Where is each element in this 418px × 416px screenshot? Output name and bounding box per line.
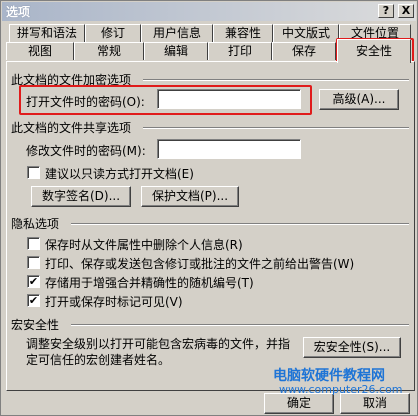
ok-button[interactable]: 确定: [264, 393, 334, 414]
tab-view[interactable]: 视图: [6, 42, 74, 60]
divider: [143, 79, 409, 81]
macro-security-button[interactable]: 宏安全性(S)...: [303, 337, 401, 358]
macro-description-line2: 定可信任的宏创建者姓名。: [26, 353, 171, 367]
digital-signature-button[interactable]: 数字签名(D)...: [31, 186, 131, 207]
options-dialog: 选项 ? X 拼写和语法 修订 用户信息 兼容性 中文版式 文件位置 视图 常规…: [0, 0, 418, 416]
tab-print[interactable]: 打印: [208, 42, 272, 60]
modify-password-input[interactable]: [157, 139, 301, 159]
tab-compatibility[interactable]: 兼容性: [213, 24, 273, 42]
modify-password-label: 修改文件时的密码(M):: [26, 144, 146, 158]
tab-security[interactable]: 安全性: [337, 39, 411, 63]
privacy-checkbox[interactable]: [27, 256, 40, 269]
readonly-checkbox[interactable]: [27, 166, 40, 179]
tab-asian-typography[interactable]: 中文版式: [273, 24, 339, 42]
privacy-section-title: 隐私选项: [11, 217, 60, 231]
close-icon[interactable]: X: [398, 4, 414, 18]
privacy-checkbox[interactable]: ✔: [27, 275, 40, 288]
macro-description-line1: 调整安全级别以打开可能包含宏病毒的文件，并指: [26, 337, 291, 351]
divider: [143, 127, 409, 129]
tab-track-changes[interactable]: 修订: [85, 24, 141, 42]
window-title: 选项: [6, 5, 31, 19]
sharing-section-title: 此文档的文件共享选项: [11, 121, 132, 135]
advanced-button[interactable]: 高级(A)...: [319, 89, 399, 110]
open-password-label: 打开文件时的密码(O):: [26, 95, 145, 109]
tab-user-info[interactable]: 用户信息: [141, 24, 213, 42]
tab-general[interactable]: 常规: [74, 42, 144, 60]
help-icon[interactable]: ?: [378, 4, 394, 18]
privacy-checkbox[interactable]: [27, 237, 40, 250]
tab-save[interactable]: 保存: [272, 42, 336, 60]
tab-edit[interactable]: 编辑: [144, 42, 208, 60]
readonly-label: 建议以只读方式打开文档(E): [45, 167, 194, 181]
protect-document-button[interactable]: 保护文档(P)...: [141, 186, 239, 207]
watermark-line2: www.computer26.com: [279, 383, 403, 396]
privacy-option-label: 打印、保存或发送包含修订或批注的文件之前给出警告(W): [45, 257, 355, 271]
cancel-button[interactable]: 取消: [340, 393, 410, 414]
privacy-checkbox[interactable]: ✔: [27, 294, 40, 307]
open-password-input[interactable]: [157, 89, 301, 109]
privacy-option-label: 保存时从文件属性中删除个人信息(R): [45, 238, 243, 252]
divider: [71, 223, 409, 225]
watermark-line1: 电脑软硬件教程网: [273, 368, 385, 384]
divider: [71, 324, 409, 326]
privacy-option-label: 打开或保存时标记可见(V): [45, 295, 183, 309]
macro-section-title: 宏安全性: [11, 318, 60, 332]
tab-spelling-grammar[interactable]: 拼写和语法: [9, 24, 85, 42]
privacy-option-label: 存储用于增强合并精确性的随机编号(T): [45, 276, 254, 290]
title-bar[interactable]: 选项 ? X: [2, 2, 416, 21]
